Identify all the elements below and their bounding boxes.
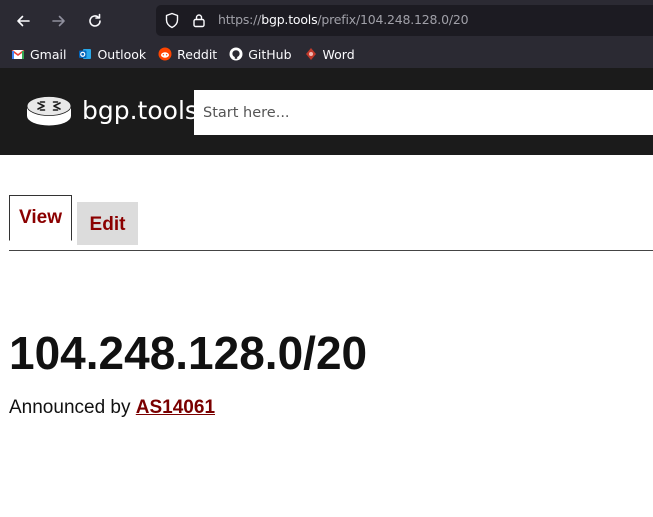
- tab-view[interactable]: View: [9, 195, 72, 241]
- tab-bar: View Edit: [9, 195, 653, 251]
- reddit-icon: [158, 47, 172, 61]
- bookmark-reddit[interactable]: Reddit: [158, 47, 217, 62]
- bookmark-label: Word: [322, 46, 355, 62]
- url-host: bgp.tools: [261, 12, 318, 27]
- address-bar[interactable]: https://bgp.tools/prefix/104.248.128.0/2…: [156, 5, 653, 36]
- site-header: bgp.tools: [0, 68, 653, 155]
- bookmarks-bar: Gmail Outlook Reddit GitHub Word: [0, 43, 356, 65]
- site-brand[interactable]: bgp.tools: [82, 96, 198, 125]
- back-button[interactable]: [11, 9, 35, 33]
- router-logo-icon[interactable]: [26, 95, 72, 127]
- reload-button[interactable]: [83, 9, 107, 33]
- forward-button[interactable]: [47, 9, 71, 33]
- announced-by: Announced by AS14061: [9, 397, 215, 419]
- bookmark-label: Gmail: [30, 46, 67, 62]
- bookmark-github[interactable]: GitHub: [229, 46, 292, 62]
- lock-icon[interactable]: [192, 13, 206, 28]
- url-path: /prefix/104.248.128.0/20: [317, 12, 469, 27]
- asn-link[interactable]: AS14061: [136, 397, 215, 418]
- prefix-title: 104.248.128.0/20: [9, 327, 368, 379]
- word-icon: [304, 47, 318, 61]
- bookmark-label: Reddit: [177, 46, 218, 62]
- url-scheme: https://: [218, 12, 262, 27]
- bookmark-label: GitHub: [248, 46, 292, 62]
- forward-arrow-icon: [52, 15, 65, 27]
- browser-toolbar: https://bgp.tools/prefix/104.248.128.0/2…: [0, 0, 653, 68]
- reload-icon: [89, 13, 101, 27]
- search-input[interactable]: [194, 90, 653, 135]
- bookmark-word[interactable]: Word: [304, 47, 355, 62]
- bookmark-gmail[interactable]: Gmail: [11, 47, 66, 62]
- announced-label: Announced by: [9, 397, 131, 418]
- outlook-icon: [78, 47, 92, 61]
- bookmark-outlook[interactable]: Outlook: [78, 47, 146, 62]
- url-text[interactable]: https://bgp.tools/prefix/104.248.128.0/2…: [218, 12, 469, 27]
- bookmark-label: Outlook: [97, 46, 147, 62]
- github-icon: [229, 47, 243, 61]
- back-arrow-icon: [17, 15, 30, 27]
- gmail-icon: [11, 47, 25, 61]
- shield-icon[interactable]: [164, 12, 180, 29]
- tab-edit[interactable]: Edit: [77, 202, 138, 245]
